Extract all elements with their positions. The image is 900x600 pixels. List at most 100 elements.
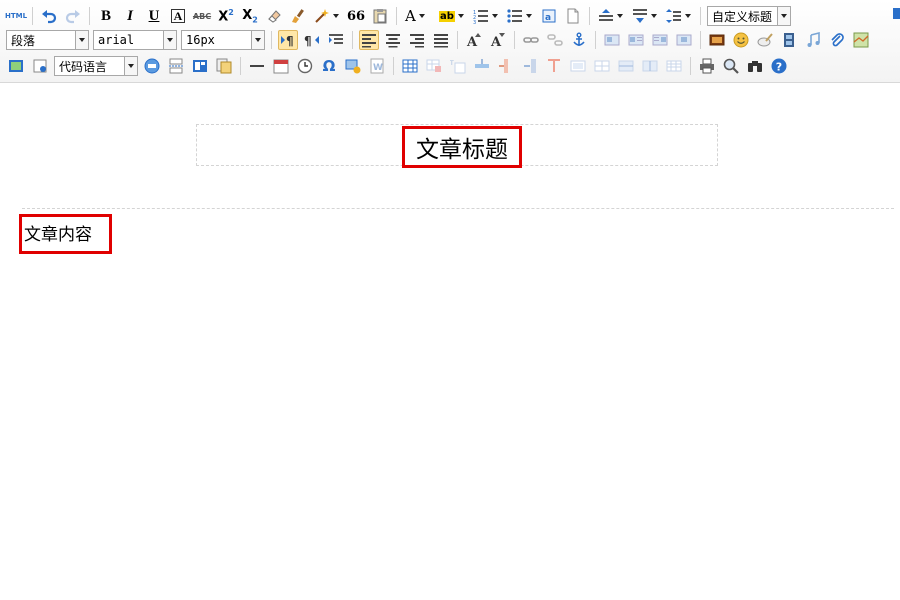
formatmatch-button[interactable] xyxy=(288,6,308,26)
backcolor-button[interactable]: ab xyxy=(437,6,467,26)
forecolor-button[interactable]: A xyxy=(403,6,433,26)
pasteplain-button[interactable] xyxy=(370,6,390,26)
webapp-button[interactable] xyxy=(142,56,162,76)
ordered-list-icon: 123 xyxy=(473,10,488,24)
print-button[interactable] xyxy=(697,56,717,76)
merge-right-button[interactable] xyxy=(520,56,540,76)
binoculars-icon xyxy=(748,61,762,72)
insert-frame-button[interactable] xyxy=(6,56,26,76)
scrawl-button[interactable] xyxy=(755,30,775,50)
title-placeholder-box[interactable]: 文章标题 xyxy=(196,124,718,168)
rowspacing-top-button[interactable] xyxy=(596,6,626,26)
image-float-none-icon xyxy=(604,34,620,46)
font-size-select[interactable]: 16px xyxy=(181,30,265,50)
image-right-button[interactable] xyxy=(650,30,670,50)
attachment-button[interactable] xyxy=(827,30,847,50)
rowspacing-bottom-button[interactable] xyxy=(630,6,660,26)
insert-video-button[interactable] xyxy=(779,30,799,50)
toolbar-row-1: HTML B I U A ABC X2 X2 66 A ab 1 2 3 a 自… xyxy=(4,4,793,28)
touppercase-button[interactable]: A xyxy=(464,30,484,50)
wordimage-button[interactable] xyxy=(343,56,363,76)
direction-ltr-button[interactable]: ¶ xyxy=(278,30,298,50)
italic-button[interactable]: I xyxy=(120,6,140,26)
insert-word-button[interactable]: W xyxy=(367,56,387,76)
table-props-button[interactable] xyxy=(664,56,684,76)
article-content[interactable]: 文章内容 xyxy=(19,214,112,254)
map-button[interactable] xyxy=(851,30,871,50)
preview-button[interactable] xyxy=(721,56,741,76)
superscript-button[interactable]: X2 xyxy=(216,6,236,26)
source-html-button[interactable]: HTML xyxy=(4,6,28,26)
merge-down-button[interactable] xyxy=(544,56,564,76)
cleardoc-button[interactable] xyxy=(563,6,583,26)
ordered-list-button[interactable]: 123 xyxy=(471,6,501,26)
pagebreak-button[interactable] xyxy=(166,56,186,76)
merge-cells-icon xyxy=(570,60,586,72)
article-title[interactable]: 文章标题 xyxy=(402,126,522,168)
subscript-button[interactable]: X2 xyxy=(240,6,260,26)
help-button[interactable]: ? xyxy=(769,56,789,76)
removeformat-button[interactable] xyxy=(264,6,284,26)
svg-text:A: A xyxy=(490,35,502,48)
insert-image-button[interactable] xyxy=(707,30,727,50)
image-left-button[interactable] xyxy=(626,30,646,50)
insert-col-button[interactable] xyxy=(496,56,516,76)
blockquote-button[interactable]: 66 xyxy=(346,6,366,26)
special-chars-button[interactable]: Ω xyxy=(319,56,339,76)
selectall-button[interactable]: a xyxy=(539,6,559,26)
direction-rtl-button[interactable]: ¶ xyxy=(302,30,322,50)
unlink-button[interactable] xyxy=(545,30,565,50)
justify-center-button[interactable] xyxy=(383,30,403,50)
justify-left-button[interactable] xyxy=(359,30,379,50)
split-cells-button[interactable] xyxy=(592,56,612,76)
merge-right-icon xyxy=(524,59,536,73)
underline-icon: U xyxy=(148,7,160,24)
page-break-button[interactable] xyxy=(30,56,50,76)
underline-button[interactable]: U xyxy=(144,6,164,26)
undo-button[interactable] xyxy=(39,6,59,26)
code-language-select[interactable]: 代码语言 xyxy=(54,56,138,76)
image-icon xyxy=(709,34,725,46)
fullscreen-button[interactable] xyxy=(892,7,900,21)
toolbar-separator xyxy=(595,31,596,49)
redo-button[interactable] xyxy=(63,6,83,26)
link-button[interactable] xyxy=(521,30,541,50)
image-none-button[interactable] xyxy=(602,30,622,50)
image-center-button[interactable] xyxy=(674,30,694,50)
split-cols-button[interactable] xyxy=(640,56,660,76)
horizontal-rule-button[interactable] xyxy=(247,56,267,76)
delete-table-button[interactable] xyxy=(424,56,444,76)
strikethrough-button[interactable]: ABC xyxy=(192,6,212,26)
font-family-select[interactable]: arial xyxy=(93,30,177,50)
music-button[interactable] xyxy=(803,30,823,50)
indent-icon xyxy=(329,34,343,44)
code-language-value: 代码语言 xyxy=(59,59,108,74)
justify-right-button[interactable] xyxy=(407,30,427,50)
autotypeset-button[interactable] xyxy=(312,6,342,26)
picture-frame-icon xyxy=(9,60,23,72)
indent-button[interactable] xyxy=(326,30,346,50)
custom-title-select[interactable]: 自定义标题 xyxy=(707,6,791,26)
emotion-button[interactable] xyxy=(731,30,751,50)
split-rows-button[interactable] xyxy=(616,56,636,76)
justify-full-button[interactable] xyxy=(431,30,451,50)
merge-cells-button[interactable] xyxy=(568,56,588,76)
insert-table-button[interactable] xyxy=(400,56,420,76)
background-button[interactable] xyxy=(214,56,234,76)
insert-caption-button[interactable]: T xyxy=(448,56,468,76)
tolowercase-button[interactable]: A xyxy=(488,30,508,50)
insert-time-button[interactable] xyxy=(295,56,315,76)
fontborder-button[interactable]: A xyxy=(168,6,188,26)
anchor-button[interactable] xyxy=(569,30,589,50)
template-button[interactable] xyxy=(190,56,210,76)
insert-row-button[interactable] xyxy=(472,56,492,76)
html-icon: HTML xyxy=(4,12,28,20)
paragraph-select[interactable]: 段落 xyxy=(6,30,89,50)
insert-date-button[interactable] xyxy=(271,56,291,76)
lineheight-button[interactable] xyxy=(664,6,694,26)
editor-body[interactable]: 文章标题 文章内容 xyxy=(0,83,900,600)
bold-button[interactable]: B xyxy=(96,6,116,26)
svg-text:T: T xyxy=(450,60,454,67)
unordered-list-button[interactable] xyxy=(505,6,535,26)
search-replace-button[interactable] xyxy=(745,56,765,76)
